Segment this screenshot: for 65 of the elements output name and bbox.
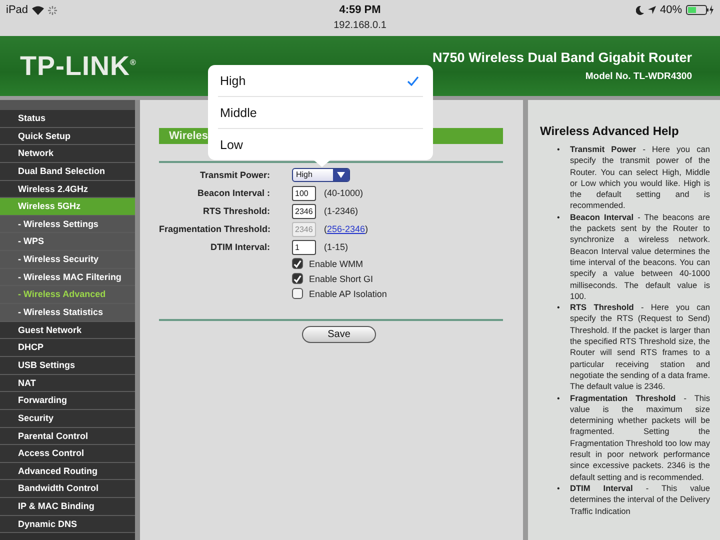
sidebar-item[interactable]: Status: [0, 110, 135, 128]
input-field[interactable]: 100: [292, 186, 316, 200]
field-label: Fragmentation Threshold:: [159, 224, 270, 234]
sidebar-item[interactable]: Bandwidth Control: [0, 480, 135, 498]
checkbox-label: Enable AP Isolation: [309, 288, 387, 298]
help-paragraph: RTS Threshold - Here you can specify the RTS (Request to Send) Threshold. If the packet is larger than the specified RTS Threshold size, the Router will send RTS frames to a particular receiving station and negotiate the sending of a data frame. The default value is 2346.: [570, 302, 710, 393]
sidebar-item[interactable]: Advanced Routing: [0, 462, 135, 480]
checkbox[interactable]: [292, 273, 303, 284]
address-bar-url[interactable]: 192.168.0.1: [334, 20, 386, 31]
help-paragraph: Fragmentation Threshold - This value is the maximum size determining whether packets will be fragmented. Setting the Fragmentation Threshold too low may result in poor network performance since excessive packets. 2346 is the default setting and is recommended.: [570, 392, 710, 483]
sidebar-item[interactable]: Security: [0, 410, 135, 428]
checkbox[interactable]: [292, 258, 303, 269]
product-title: N750 Wireless Dual Band Gigabit Router: [432, 50, 692, 65]
sidebar-item[interactable]: Quick Setup: [0, 128, 135, 146]
dropdown-option[interactable]: Low: [218, 129, 423, 160]
bullet-mark: •: [557, 392, 561, 405]
sidebar-item[interactable]: Network: [0, 145, 135, 163]
sidebar-item[interactable]: IP & MAC Binding: [0, 498, 135, 516]
range-hint: (40-1000): [324, 188, 364, 198]
help-paragraph: Beacon Interval - The beacons are the packets sent by the Router to synchronize a wireless network. Beacon Interval value determines the time interval of the beacons. You can specify a value between 40-1000 milliseconds. The default value is 100.: [570, 212, 710, 302]
bullet-mark: •: [557, 482, 561, 495]
sidebar-item[interactable]: DHCP: [0, 339, 135, 357]
field-label: Beacon Interval :: [196, 188, 270, 198]
activity-spinner-icon: [48, 6, 58, 14]
input-field[interactable]: 2346: [292, 204, 316, 218]
field-label: RTS Threshold:: [202, 206, 270, 216]
location-arrow-icon: [648, 6, 656, 14]
sidebar-item[interactable]: Forwarding: [0, 392, 135, 410]
battery-percent: 40%: [660, 4, 682, 16]
sidebar-item[interactable]: Parental Control: [0, 428, 135, 446]
range-paren: (: [324, 224, 327, 234]
sidebar-item[interactable]: Dynamic DNS: [0, 516, 135, 534]
field-label: Transmit Power:: [198, 170, 270, 180]
clock-time: 4:59 PM: [339, 4, 381, 16]
sidebar-item[interactable]: Dual Band Selection: [0, 162, 135, 181]
bullet-mark: •: [557, 144, 561, 156]
help-paragraph: Transmit Power - Here you can specify the transmit power of the Router. You can select High, Middle or Low which you would like. High is the default setting and is recommended.: [570, 144, 710, 212]
sidebar-item[interactable]: NAT: [0, 374, 135, 392]
moon-icon: [636, 6, 644, 14]
sidebar-item[interactable]: USB Settings: [0, 356, 135, 375]
section-title: Wireles: [169, 130, 208, 142]
dropdown-option[interactable]: High: [218, 65, 423, 97]
battery-icon: [686, 5, 714, 15]
transmit-power-dropdown[interactable]: High: [292, 168, 350, 182]
checkbox-label: Enable WMM: [309, 258, 364, 268]
sidebar-item[interactable]: Wireless 2.4GHz: [0, 180, 135, 198]
save-button[interactable]: Save: [302, 326, 376, 343]
model-number: Model No. TL-WDR4300: [585, 71, 692, 82]
checkbox-label: Enable Short GI: [309, 274, 374, 284]
bullet-mark: •: [557, 212, 561, 224]
device-name: iPad: [6, 4, 28, 16]
range-hint: (1-2346): [324, 206, 358, 216]
input-field[interactable]: 1: [292, 240, 316, 254]
help-title: Wireless Advanced Help: [540, 124, 680, 138]
brand-logo: TP-LINK$^{®}$: [20, 50, 136, 82]
checkbox[interactable]: [292, 288, 303, 299]
bullet-mark: •: [557, 302, 561, 314]
sidebar-item[interactable]: Access Control: [0, 445, 135, 463]
help-paragraph: DTIM Interval - This value determines the interval of the Delivery Traffic Indication: [570, 482, 710, 517]
dropdown-option[interactable]: Middle: [218, 97, 423, 129]
field-label: DTIM Interval:: [209, 242, 270, 252]
range-hint: (1-15): [324, 242, 348, 252]
range-paren: ): [365, 224, 368, 234]
sidebar-item[interactable]: Guest Network: [0, 322, 135, 340]
wifi-icon: [32, 6, 44, 14]
